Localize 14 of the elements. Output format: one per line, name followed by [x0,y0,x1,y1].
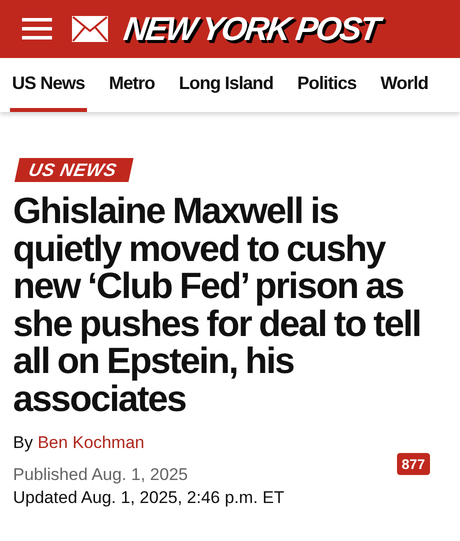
menu-icon[interactable] [22,17,52,41]
nav-tab[interactable]: Politics [295,58,358,112]
byline: By Ben Kochman [13,433,146,453]
nav-tab[interactable]: Metro [106,58,157,112]
nav-tab[interactable]: World [378,58,430,112]
section-tag[interactable]: US NEWS [14,158,134,182]
published-date: Published Aug. 1, 2025 [13,464,189,486]
comment-count[interactable]: 877 [396,453,430,475]
author-link[interactable]: Ben Kochman [38,433,144,452]
nav-tab[interactable]: Long Island [176,58,276,112]
updated-date: Updated Aug. 1, 2025, 2:46 p.m. ET [13,487,284,509]
headline: Ghislaine Maxwell is quietly moved to cushy new ‘Club Fed’ prison as she pushes for deal to tell all on Epstein, his associates [13,192,422,417]
envelope-icon[interactable] [72,16,108,42]
nav-tab[interactable]: US News [10,58,87,112]
